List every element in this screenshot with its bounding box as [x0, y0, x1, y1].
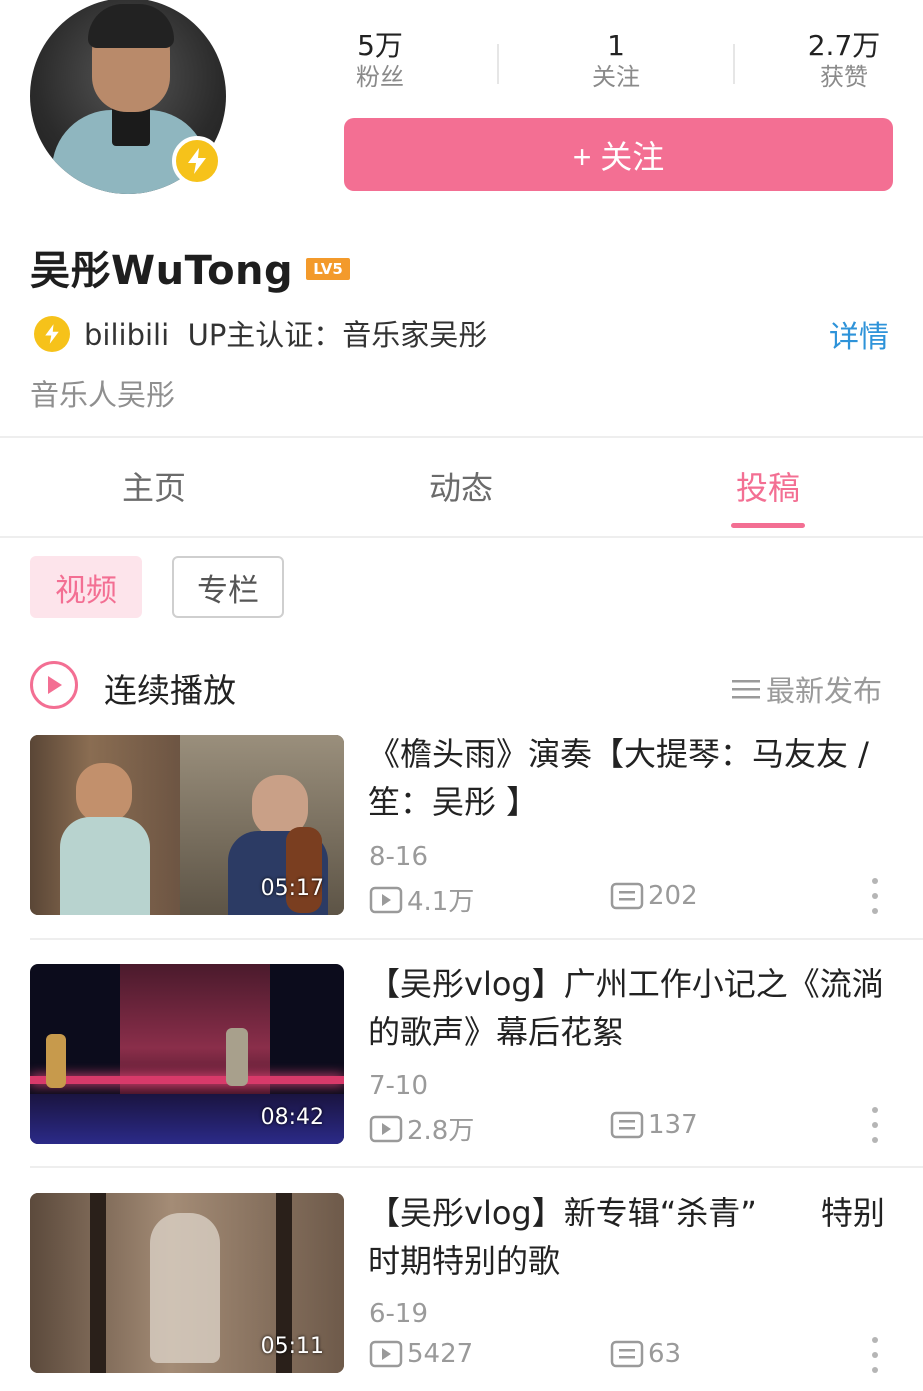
sort-selector[interactable]: 最新发布 [732, 668, 882, 710]
video-title[interactable]: 【吴彤vlog】广州工作小记之《流淌的歌声》幕后花絮 [368, 960, 888, 1056]
filter-column[interactable]: 专栏 [172, 556, 284, 618]
details-link[interactable]: 详情 [829, 312, 889, 356]
active-tab-indicator [731, 523, 805, 528]
continuous-play-icon[interactable] [30, 661, 78, 709]
video-title[interactable]: 《檐头雨》演奏【大提琴：马友友 / 笙：吴彤 】 [368, 730, 888, 826]
fans-label: 粉丝 [356, 63, 404, 91]
comment-count-icon [610, 1111, 644, 1139]
divider [0, 436, 923, 438]
user-name: 吴彤WuTong [30, 248, 294, 294]
play-count-icon [369, 1340, 403, 1368]
signature: 音乐人吴彤 [30, 378, 176, 412]
play-count-icon [369, 886, 403, 913]
video-duration: 05:17 [260, 876, 324, 901]
video-comments: 63 [610, 1339, 681, 1369]
video-duration: 05:11 [260, 1334, 324, 1359]
divider [30, 1166, 923, 1168]
video-thumbnail[interactable]: 05:17 [30, 735, 344, 915]
tab-home[interactable]: 主页 [104, 463, 204, 509]
video-thumbnail[interactable]: 08:42 [30, 964, 344, 1144]
following-count: 1 [607, 29, 625, 62]
verification-text: bilibili UP主认证：音乐家吴彤 [84, 318, 488, 352]
follow-button[interactable]: + 关注 [344, 118, 893, 191]
continuous-play-label[interactable]: 连续播放 [104, 664, 236, 712]
divider [30, 938, 923, 940]
video-views: 5427 [369, 1339, 473, 1369]
video-date: 6-19 [369, 1299, 429, 1329]
verify-bolt-icon [34, 316, 70, 352]
comment-count-icon [610, 882, 644, 910]
likes-count: 2.7万 [807, 29, 881, 62]
following-stat[interactable]: 1 关注 [576, 30, 656, 92]
more-options-icon[interactable] [866, 878, 884, 914]
tab-dynamics[interactable]: 动态 [411, 463, 511, 509]
fans-stat[interactable]: 5万 粉丝 [340, 30, 420, 92]
video-duration: 08:42 [260, 1105, 324, 1130]
level-badge: LV5 [306, 258, 350, 280]
more-options-icon[interactable] [866, 1337, 884, 1373]
video-comments: 202 [610, 881, 698, 911]
play-count-icon [369, 1115, 403, 1142]
divider [0, 536, 923, 538]
filter-video[interactable]: 视频 [30, 556, 142, 618]
video-date: 8-16 [369, 842, 429, 872]
list-icon [732, 680, 760, 699]
stat-divider [733, 44, 735, 84]
video-date: 7-10 [369, 1071, 429, 1101]
verified-bolt-icon [172, 136, 222, 186]
video-comments: 137 [610, 1110, 698, 1140]
likes-label: 获赞 [820, 63, 868, 91]
sort-label: 最新发布 [766, 674, 883, 708]
comment-count-icon [610, 1340, 644, 1368]
video-title[interactable]: 【吴彤vlog】新专辑“杀青” 特别时期特别的歌 [368, 1189, 888, 1285]
video-thumbnail[interactable]: 05:11 [30, 1193, 344, 1373]
following-label: 关注 [592, 63, 640, 91]
video-views: 2.8万 [369, 1110, 474, 1147]
stat-divider [497, 44, 499, 84]
tab-submissions[interactable]: 投稿 [718, 463, 818, 509]
video-views: 4.1万 [369, 881, 474, 918]
more-options-icon[interactable] [866, 1107, 884, 1143]
fans-count: 5万 [357, 29, 403, 62]
likes-stat: 2.7万 获赞 [796, 30, 892, 92]
